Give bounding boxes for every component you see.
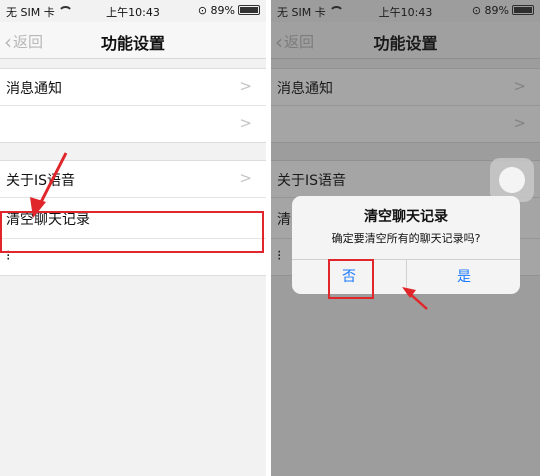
pointer-arrow-icon [30,152,68,218]
confirm-dialog-screen: 无 SIM 卡 上午10:43 ⊙ 89% ‹返回 功能设置 消息通知 > > … [271,0,540,476]
settings-screen: 无 SIM 卡 上午10:43 ⊙ 89% ‹返回 功能设置 消息通知 > > … [0,0,266,476]
pointer-arrow-icon [402,287,428,310]
